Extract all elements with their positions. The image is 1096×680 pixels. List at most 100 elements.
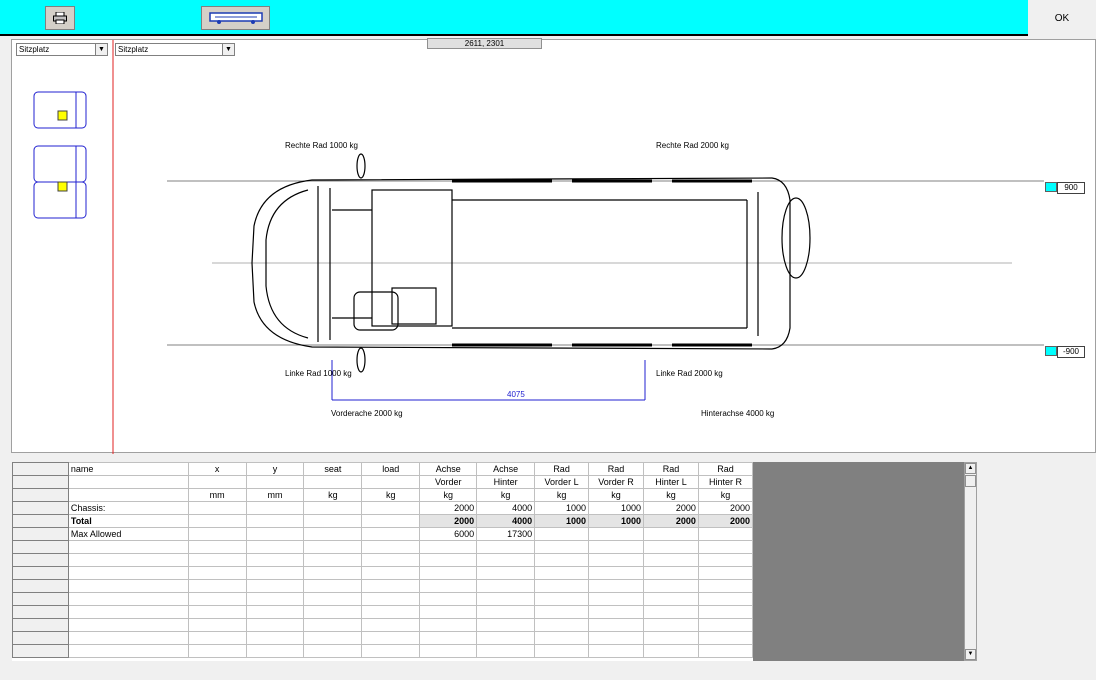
table-cell[interactable] [697,592,753,606]
row-header[interactable] [12,488,69,502]
column-unit[interactable]: kg [588,488,644,502]
table-cell[interactable] [303,553,363,567]
table-cell[interactable] [303,631,363,645]
table-cell[interactable] [419,553,478,567]
column-header[interactable] [303,475,363,489]
table-cell[interactable] [67,553,189,567]
table-cell[interactable] [419,618,478,632]
column-unit[interactable]: kg [643,488,699,502]
seat-type-select-left[interactable]: Sitzplatz ▼ [16,43,108,56]
print-button[interactable] [45,6,75,30]
table-cell[interactable] [419,579,478,593]
load-grid[interactable]: name x y seat load Achse Achse Rad Rad Rad Rad Vord… [12,462,753,661]
column-header[interactable]: Hinter [476,475,536,489]
table-cell[interactable] [245,579,305,593]
table-cell[interactable] [419,605,478,619]
column-header[interactable]: name [67,462,189,476]
table-cell[interactable] [67,605,189,619]
table-cell[interactable] [303,592,363,606]
table-cell[interactable]: 1000 [588,501,644,515]
grid-vertical-scrollbar[interactable]: ▲ ▼ [964,462,977,661]
column-unit[interactable]: mm [187,488,247,502]
table-cell[interactable] [643,566,699,580]
row-header[interactable] [12,501,69,515]
table-row[interactable] [12,566,753,580]
row-header[interactable] [12,579,69,593]
table-cell[interactable] [187,592,247,606]
table-cell[interactable] [476,566,536,580]
table-cell[interactable] [476,631,536,645]
column-header[interactable]: x [187,462,247,476]
column-unit[interactable]: kg [361,488,421,502]
table-cell[interactable] [588,592,644,606]
table-cell[interactable] [534,527,590,541]
grid-header-row[interactable]: name x y seat load Achse Achse Rad Rad Rad Rad [12,462,753,476]
table-row[interactable]: Max Allowed 6000 17300 [12,527,753,541]
table-cell[interactable]: 4000 [476,514,536,528]
grid-header-row[interactable]: mm mm kg kg kg kg kg kg kg kg [12,488,753,502]
table-cell[interactable] [697,605,753,619]
table-cell[interactable] [187,553,247,567]
table-cell[interactable] [697,579,753,593]
scroll-down-icon[interactable]: ▼ [965,649,976,660]
table-cell[interactable] [303,579,363,593]
table-cell[interactable] [643,527,699,541]
row-header[interactable] [12,644,69,658]
column-header[interactable]: Achse [476,462,536,476]
table-row[interactable] [12,644,753,658]
table-cell[interactable] [697,631,753,645]
table-cell[interactable]: 1000 [534,501,590,515]
table-cell[interactable] [303,540,363,554]
table-cell[interactable] [697,527,753,541]
table-cell[interactable] [245,631,305,645]
column-header[interactable]: Achse [419,462,478,476]
table-cell[interactable] [303,566,363,580]
table-cell[interactable] [643,592,699,606]
table-cell[interactable] [419,644,478,658]
column-unit[interactable]: kg [534,488,590,502]
side-value-bottom[interactable]: -900 [1057,346,1085,358]
table-cell[interactable]: 4000 [476,501,536,515]
table-cell[interactable] [476,540,536,554]
table-cell[interactable] [67,566,189,580]
table-cell[interactable] [534,579,590,593]
table-cell[interactable]: Total [67,514,189,528]
table-cell[interactable] [303,605,363,619]
table-cell[interactable] [643,605,699,619]
row-header[interactable] [12,462,69,476]
table-cell[interactable]: 1000 [588,514,644,528]
table-cell[interactable] [187,631,247,645]
table-cell[interactable] [534,605,590,619]
vehicle-canvas[interactable]: Sitzplatz ▼ Sitzplatz ▼ Rechte Rad 1000 … [11,39,1096,454]
table-cell[interactable] [361,527,421,541]
table-cell[interactable] [588,644,644,658]
table-cell[interactable] [697,618,753,632]
table-cell[interactable] [361,566,421,580]
table-cell[interactable] [419,592,478,606]
table-cell[interactable] [476,579,536,593]
table-cell[interactable] [361,540,421,554]
row-header[interactable] [12,527,69,541]
table-cell[interactable] [245,553,305,567]
table-cell[interactable] [361,631,421,645]
table-cell[interactable] [187,527,247,541]
column-unit[interactable]: kg [697,488,753,502]
table-cell[interactable] [534,553,590,567]
table-cell[interactable] [361,618,421,632]
table-cell[interactable]: 2000 [419,514,478,528]
table-cell[interactable] [361,579,421,593]
table-cell[interactable] [67,579,189,593]
vehicle-view-button[interactable] [201,6,270,30]
table-cell[interactable]: 2000 [643,501,699,515]
table-cell[interactable] [534,618,590,632]
table-cell[interactable] [643,540,699,554]
column-header[interactable]: y [245,462,305,476]
column-header[interactable] [361,475,421,489]
column-header[interactable]: load [361,462,421,476]
table-cell[interactable] [245,566,305,580]
column-header[interactable]: seat [303,462,363,476]
table-cell[interactable] [419,540,478,554]
row-header[interactable] [12,592,69,606]
table-cell[interactable]: Chassis: [67,501,189,515]
table-cell[interactable] [697,540,753,554]
